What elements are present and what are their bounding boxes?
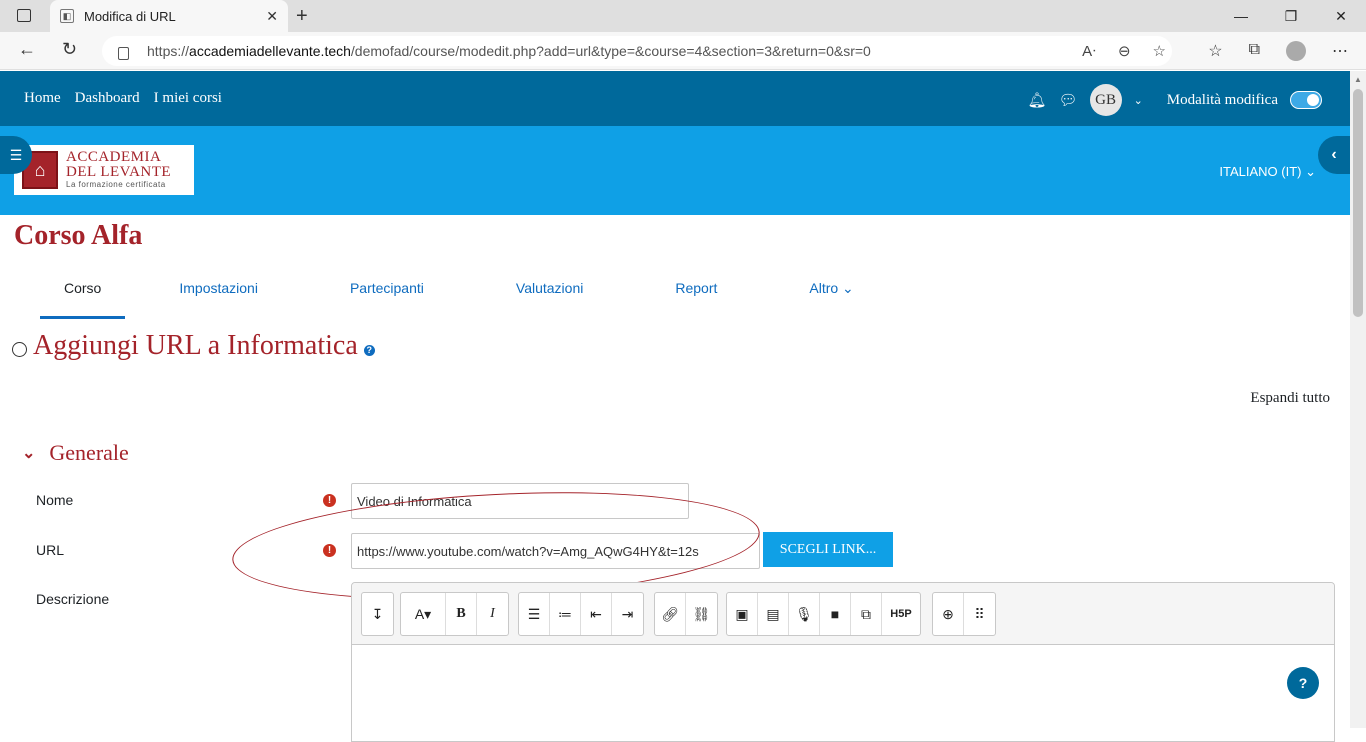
name-label: Nome bbox=[36, 492, 74, 508]
image-icon[interactable]: ▣ bbox=[727, 593, 758, 635]
outdent-icon[interactable]: ⇤ bbox=[581, 593, 612, 635]
sidebar-toggle-icon[interactable] bbox=[17, 9, 31, 22]
media-icon[interactable]: ▤ bbox=[758, 593, 789, 635]
nav-home[interactable]: Home bbox=[24, 90, 61, 107]
bold-icon[interactable]: B bbox=[446, 593, 477, 635]
ordered-list-icon[interactable]: ≔ bbox=[550, 593, 581, 635]
profile-icon[interactable] bbox=[1286, 41, 1306, 61]
toolbar-group-links: 🔗︎ ⛓︎ bbox=[654, 592, 718, 636]
microphone-icon[interactable]: 🎙︎ bbox=[789, 593, 820, 635]
block-drawer-toggle-icon[interactable]: ‹ bbox=[1318, 136, 1350, 174]
new-tab-icon[interactable]: + bbox=[296, 5, 308, 28]
collections-icon[interactable]: ⧉ bbox=[1249, 41, 1260, 61]
favorite-add-icon[interactable]: ☆ bbox=[1153, 42, 1166, 60]
link-icon[interactable]: 🔗︎ bbox=[655, 593, 686, 635]
site-logo[interactable]: ⌂ ACCADEMIA DEL LEVANTE La formazione ce… bbox=[14, 145, 194, 195]
reload-icon[interactable]: ↻ bbox=[62, 39, 77, 60]
back-icon[interactable]: ← bbox=[18, 39, 36, 60]
edit-mode-toggle[interactable] bbox=[1290, 91, 1322, 109]
url-input[interactable]: https://accademiadellevante.tech/demofad… bbox=[102, 36, 1172, 66]
description-editor[interactable]: ↧ A▾ B I ☰ ≔ ⇤ ⇥ 🔗︎ ⛓︎ ▣ ▤ 🎙︎ ■ ⧉ H5P ⊕ … bbox=[351, 582, 1335, 742]
logo-line1: ACCADEMIA bbox=[66, 149, 162, 165]
header-banner: ⌂ ACCADEMIA DEL LEVANTE La formazione ce… bbox=[0, 126, 1350, 215]
url-actions: Aᐧ ⊖ ☆ bbox=[1082, 42, 1166, 60]
chevron-down-icon[interactable]: ⌄ bbox=[1134, 94, 1143, 107]
edit-mode-label: Modalità modifica bbox=[1166, 91, 1278, 108]
screenreader-helper-icon[interactable]: ⠿ bbox=[964, 593, 995, 635]
restore-icon[interactable]: ❐ bbox=[1266, 0, 1316, 32]
toolbar-group-media: ▣ ▤ 🎙︎ ■ ⧉ H5P bbox=[726, 592, 921, 636]
manage-files-icon[interactable]: ⧉ bbox=[851, 593, 882, 635]
page-title: Aggiungi URL a Informatica bbox=[33, 330, 358, 361]
lock-icon bbox=[118, 46, 129, 60]
tab-close-icon[interactable]: ✕ bbox=[266, 8, 278, 25]
nav-my-courses[interactable]: I miei corsi bbox=[154, 90, 222, 107]
course-title: Corso Alfa bbox=[14, 220, 143, 251]
editor-toolbar: ↧ A▾ B I ☰ ≔ ⇤ ⇥ 🔗︎ ⛓︎ ▣ ▤ 🎙︎ ■ ⧉ H5P ⊕ … bbox=[352, 583, 1334, 645]
required-icon: ! bbox=[323, 494, 336, 507]
toolbar-group-a11y: ⊕ ⠿ bbox=[932, 592, 996, 636]
italic-icon[interactable]: I bbox=[477, 593, 508, 635]
unlink-icon[interactable]: ⛓︎ bbox=[686, 593, 717, 635]
browser-addressbar: ← ↻ https://accademiadellevante.tech/dem… bbox=[0, 32, 1366, 70]
zoom-icon[interactable]: ⊖ bbox=[1118, 42, 1131, 60]
url-host: accademiadellevante.tech bbox=[189, 43, 351, 59]
tab-reports[interactable]: Report bbox=[651, 280, 741, 319]
minimize-icon[interactable]: — bbox=[1216, 0, 1266, 32]
browser-toolbar: ☆ ⧉ ⋯ bbox=[1208, 41, 1348, 61]
tab-grades[interactable]: Valutazioni bbox=[492, 280, 607, 319]
indent-icon[interactable]: ⇥ bbox=[612, 593, 643, 635]
toolbar-group-format: A▾ B I bbox=[400, 592, 509, 636]
tab-title: Modifica di URL bbox=[84, 8, 176, 24]
primary-nav: Home Dashboard I miei corsi bbox=[24, 90, 222, 107]
scrollbar-thumb[interactable] bbox=[1353, 89, 1363, 317]
page-scrollbar[interactable]: ▲ bbox=[1350, 71, 1366, 728]
choose-link-button[interactable]: SCEGLI LINK... bbox=[763, 532, 893, 567]
bell-icon[interactable]: 🔔︎ bbox=[1027, 91, 1046, 110]
expand-all-link[interactable]: Espandi tutto bbox=[1250, 390, 1330, 407]
url-prefix: https:// bbox=[147, 43, 190, 59]
video-icon[interactable]: ■ bbox=[820, 593, 851, 635]
logo-tagline: La formazione certificata bbox=[66, 180, 166, 189]
favorites-icon[interactable]: ☆ bbox=[1208, 41, 1222, 61]
nav-dashboard[interactable]: Dashboard bbox=[75, 90, 140, 107]
browser-tab[interactable]: ◧ Modifica di URL ✕ bbox=[50, 0, 288, 32]
course-tabs: Corso Impostazioni Partecipanti Valutazi… bbox=[40, 280, 878, 319]
tab-participants[interactable]: Partecipanti bbox=[326, 280, 448, 319]
scroll-up-icon[interactable]: ▲ bbox=[1354, 75, 1362, 84]
user-avatar[interactable]: GB bbox=[1089, 84, 1122, 116]
description-label: Descrizione bbox=[36, 591, 110, 607]
accessibility-checker-icon[interactable]: ⊕ bbox=[933, 593, 964, 635]
tab-settings[interactable]: Impostazioni bbox=[155, 280, 282, 319]
window-controls: — ❐ ✕ bbox=[1216, 0, 1366, 32]
unordered-list-icon[interactable]: ☰ bbox=[519, 593, 550, 635]
more-icon[interactable]: ⋯ bbox=[1332, 41, 1348, 61]
tab-course[interactable]: Corso bbox=[40, 280, 126, 319]
language-menu[interactable]: ITALIANO (IT) ⌄ bbox=[1219, 164, 1316, 180]
user-nav: 🔔︎ 💬︎ GB ⌄ Modalità modifica bbox=[1027, 84, 1322, 116]
browser-tabbar: ◧ Modifica di URL ✕ + — ❐ ✕ bbox=[0, 0, 1366, 32]
logo-line2: DEL LEVANTE bbox=[66, 164, 172, 180]
toolbar-toggle-icon[interactable]: ↧ bbox=[362, 593, 393, 635]
help-icon[interactable]: ? bbox=[363, 344, 375, 356]
chat-icon[interactable]: 💬︎ bbox=[1059, 91, 1078, 110]
section-general-header[interactable]: ⌄ Generale bbox=[22, 440, 129, 466]
tab-more[interactable]: Altro ⌄ bbox=[785, 280, 877, 319]
url-label: URL bbox=[36, 542, 65, 558]
help-fab-icon[interactable]: ? bbox=[1287, 667, 1319, 699]
page-favicon-icon: ◧ bbox=[60, 9, 74, 23]
chevron-down-icon[interactable]: ⌄ bbox=[22, 443, 35, 463]
page-heading: Aggiungi URL a Informatica ? bbox=[12, 330, 375, 362]
section-title: Generale bbox=[49, 440, 129, 465]
h5p-icon[interactable]: H5P bbox=[882, 593, 920, 635]
font-style-icon[interactable]: A▾ bbox=[401, 593, 446, 635]
globe-icon bbox=[12, 341, 27, 357]
site-navbar: Home Dashboard I miei corsi 🔔︎ 💬︎ GB ⌄ M… bbox=[0, 71, 1350, 126]
window-close-icon[interactable]: ✕ bbox=[1316, 0, 1366, 32]
toolbar-group-lists: ☰ ≔ ⇤ ⇥ bbox=[518, 592, 644, 636]
read-aloud-icon[interactable]: Aᐧ bbox=[1082, 42, 1096, 60]
url-path: /demofad/course/modedit.php?add=url&type… bbox=[350, 43, 871, 59]
toolbar-group-toggle: ↧ bbox=[361, 592, 394, 636]
